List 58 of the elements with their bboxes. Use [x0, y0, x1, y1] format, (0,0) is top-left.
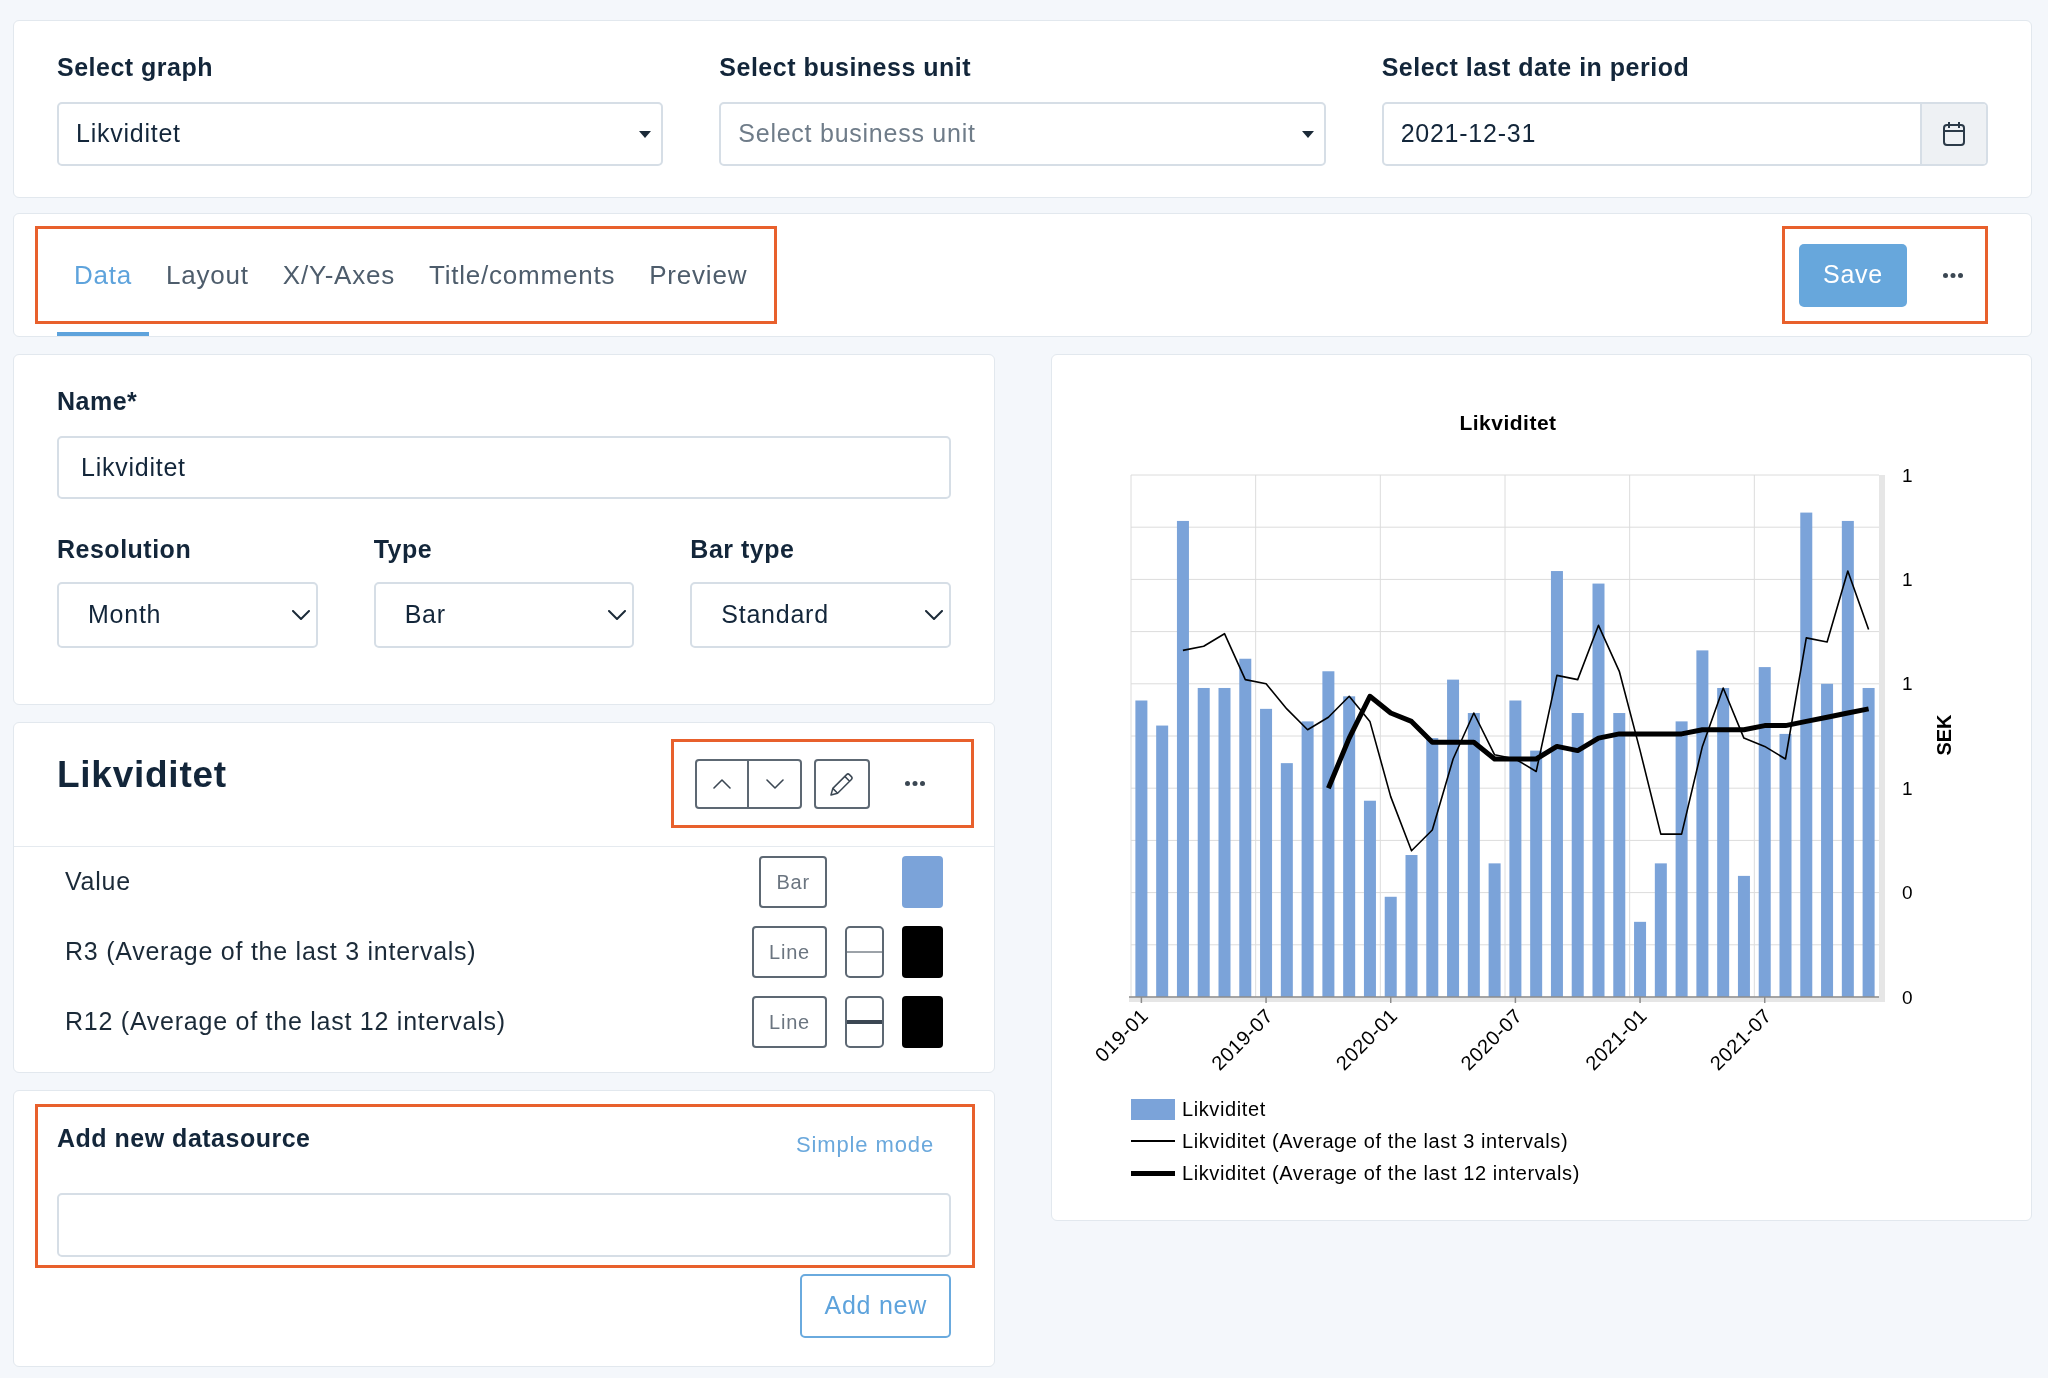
series-type-button[interactable]: Line	[752, 926, 827, 978]
line-style-icon[interactable]	[845, 996, 884, 1048]
field-label: Select last date in period	[1381, 52, 1690, 83]
field-label: Bar type	[690, 534, 795, 565]
select-field[interactable]: Select business unit	[719, 102, 1326, 166]
tab[interactable]: Title/comments	[412, 214, 633, 336]
series-label: R3 (Average of the last 3 intervals)	[65, 936, 477, 968]
line-style-icon[interactable]	[845, 926, 884, 978]
text-input[interactable]: Likviditet	[57, 436, 951, 499]
color-swatch-icon[interactable]	[902, 856, 943, 908]
date-field[interactable]: 2021-12-31	[1381, 102, 1988, 166]
chevron-down-icon	[608, 610, 627, 620]
chevron-up-icon	[713, 778, 731, 789]
field-label: Type	[373, 534, 433, 565]
select-field[interactable]: Month	[57, 582, 318, 648]
section-title: Add new datasource	[57, 1123, 311, 1154]
field-label: Name*	[57, 386, 138, 417]
datasource-title: Likviditet	[57, 753, 227, 797]
select-field[interactable]: Bar	[373, 582, 635, 648]
select-field[interactable]: Likviditet	[57, 102, 664, 166]
tab[interactable]: X/Y-Axes	[265, 214, 413, 336]
field-label: Select graph	[57, 52, 214, 83]
field-label: Resolution	[57, 534, 192, 565]
axis-title: SEK	[1933, 714, 1955, 756]
axis-tick-label: 1	[1902, 568, 1913, 590]
legend-label: Likviditet	[1182, 1097, 1266, 1122]
chevron-down-icon	[765, 778, 784, 789]
pencil-icon	[830, 771, 854, 796]
axis-tick-label: 1	[1902, 777, 1913, 799]
edit-button[interactable]	[814, 758, 870, 809]
color-swatch-icon[interactable]	[902, 996, 943, 1048]
series-label: Value	[65, 866, 131, 898]
tab[interactable]: Preview	[632, 214, 765, 336]
legend-label: Likviditet (Average of the last 3 intervals)	[1182, 1129, 1569, 1154]
axis-tick-label: 0	[1902, 986, 1913, 1008]
legend-label: Likviditet (Average of the last 12 intervals)	[1182, 1161, 1580, 1186]
tab[interactable]: Layout	[149, 214, 266, 336]
text-input[interactable]	[57, 1193, 951, 1257]
series-label: R12 (Average of the last 12 intervals)	[65, 1006, 506, 1038]
select-field[interactable]: Standard	[690, 582, 951, 648]
chart-title: Likviditet	[1459, 410, 1557, 434]
move-up-button[interactable]	[695, 758, 749, 809]
chevron-down-icon	[291, 610, 310, 620]
axis-tick-label: 0	[1902, 882, 1913, 904]
chevron-down-icon	[925, 610, 943, 620]
caret-down-icon	[1301, 130, 1314, 138]
axis-tick-label: 1	[1902, 464, 1913, 486]
color-swatch-icon[interactable]	[902, 926, 943, 978]
more-icon[interactable]	[1943, 272, 1963, 278]
calendar-button[interactable]	[1920, 104, 1986, 164]
field-label: Select business unit	[719, 52, 972, 83]
series-type-button[interactable]: Bar	[759, 856, 827, 908]
axis-tick-label: 1	[1902, 673, 1913, 695]
calendar-icon	[1943, 122, 1965, 146]
caret-down-icon	[639, 130, 652, 138]
more-icon[interactable]	[905, 781, 925, 786]
series-type-button[interactable]: Line	[752, 996, 827, 1048]
move-down-button[interactable]	[749, 758, 802, 809]
